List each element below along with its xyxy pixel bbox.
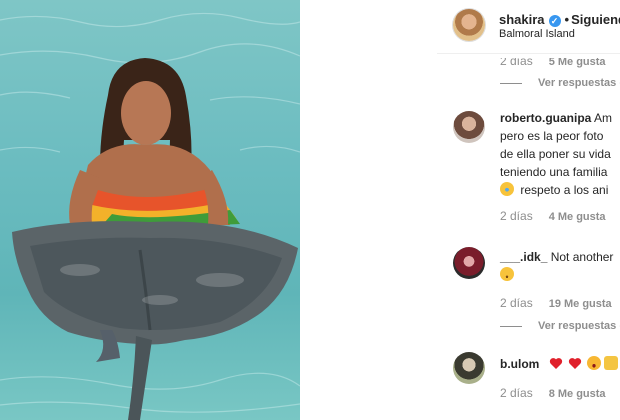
heart-eyes-face-icon <box>587 356 602 370</box>
comment-line: Am <box>594 111 613 125</box>
comment-meta: 2 días 8 Me gusta <box>500 386 606 400</box>
comment-emojis <box>549 356 620 371</box>
verified-badge-icon: ✓ <box>548 14 561 27</box>
view-replies-label: Ver respuestas (1) <box>538 320 620 332</box>
comment-text: roberto.guanipa Am pero es la peor foto … <box>500 109 612 199</box>
comment-text: ___.idk_ Not another <box>500 248 613 284</box>
worried-face-icon <box>500 267 514 281</box>
photo-illustration <box>0 12 300 420</box>
post-location[interactable]: Balmoral Island <box>499 28 575 40</box>
view-replies-button[interactable]: Ver respuestas (1) <box>500 77 620 89</box>
owner-row: shakira✓•Siguiendo <box>499 12 620 27</box>
comments-panel: shakira✓•Siguiendo Balmoral Island 2 día… <box>300 0 620 420</box>
comment-time[interactable]: 2 días <box>500 296 533 310</box>
loudly-crying-face-icon <box>500 182 514 196</box>
comment-line: de ella poner su vida <box>500 147 611 161</box>
comment-username[interactable]: ___.idk_ <box>500 250 547 264</box>
comment-likes[interactable]: 5 Me gusta <box>549 58 606 68</box>
comment-meta: 2 días 4 Me gusta <box>500 209 606 223</box>
comment-time[interactable]: 2 días <box>500 209 533 223</box>
replies-line <box>500 325 522 327</box>
commenter-avatar[interactable] <box>453 352 485 384</box>
post-header: shakira✓•Siguiendo Balmoral Island <box>300 0 620 54</box>
separator-dot: • <box>564 12 570 27</box>
comment-meta: 2 días 5 Me gusta <box>500 58 606 68</box>
view-replies-label: Ver respuestas (1) <box>538 77 620 89</box>
comment-meta: 2 días 19 Me gusta <box>500 296 612 310</box>
comment-time[interactable]: 2 días <box>500 58 533 68</box>
commenter-avatar[interactable] <box>453 111 485 143</box>
clapping-hands-icon <box>604 356 619 370</box>
red-heart-icon <box>549 358 562 369</box>
comment-likes[interactable]: 19 Me gusta <box>549 298 612 310</box>
comment-time[interactable]: 2 días <box>500 386 533 400</box>
commenter-avatar[interactable] <box>453 247 485 279</box>
comment-line: teniendo una familia <box>500 165 608 179</box>
comment-likes[interactable]: 4 Me gusta <box>549 211 606 223</box>
comment-username[interactable]: b.ulom <box>500 357 539 371</box>
owner-username[interactable]: shakira <box>499 12 545 27</box>
comment-line: respeto a los ani <box>520 183 609 197</box>
following-button[interactable]: Siguiendo <box>571 12 620 27</box>
replies-line <box>500 82 522 84</box>
comment-line: pero es la peor foto <box>500 129 604 143</box>
comment-line: Not another <box>550 250 614 264</box>
comment-username[interactable]: roberto.guanipa <box>500 111 591 125</box>
comment-likes[interactable]: 8 Me gusta <box>549 388 606 400</box>
red-heart-icon <box>568 358 582 369</box>
view-replies-button[interactable]: Ver respuestas (1) <box>500 320 620 332</box>
owner-avatar[interactable] <box>453 9 485 41</box>
post-photo[interactable] <box>0 0 300 420</box>
comment-text: b.ulom <box>500 355 620 373</box>
header-divider <box>437 53 620 54</box>
